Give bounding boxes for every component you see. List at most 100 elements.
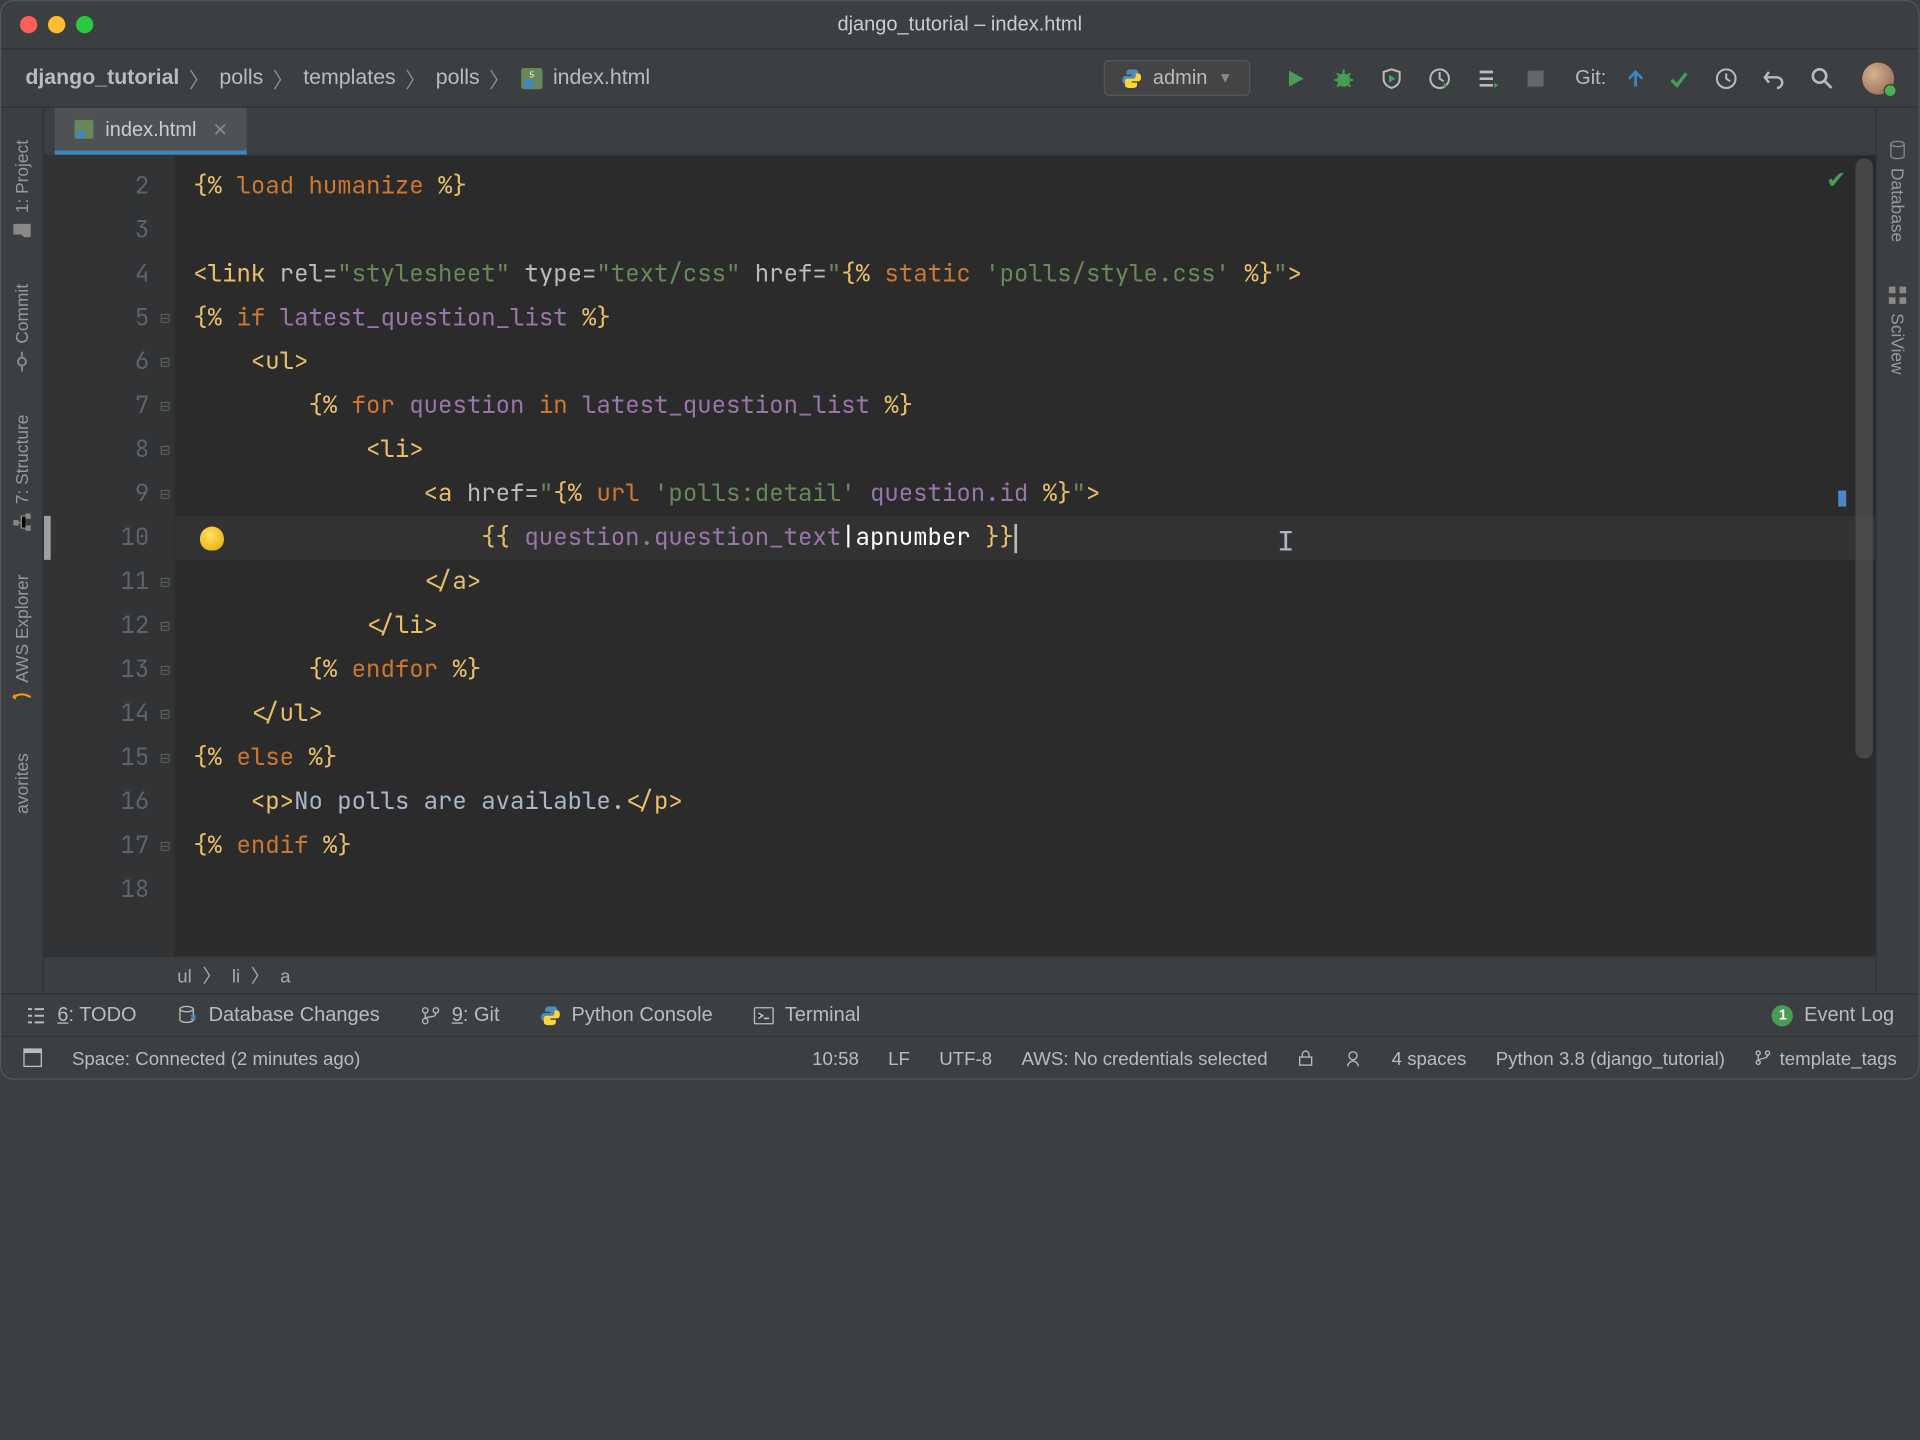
- breadcrumb-element[interactable]: ul: [177, 964, 192, 985]
- editor-tab-index[interactable]: index.html ✕: [55, 108, 247, 155]
- breadcrumb-item[interactable]: django_tutorial: [25, 66, 179, 90]
- fold-icon[interactable]: ⊟: [159, 661, 170, 678]
- line-number[interactable]: 7⊟: [44, 384, 173, 428]
- breadcrumb-item[interactable]: polls: [436, 66, 480, 90]
- line-number[interactable]: 3: [44, 208, 173, 252]
- fold-icon[interactable]: ⊟: [159, 309, 170, 326]
- line-number[interactable]: 10: [44, 516, 173, 560]
- chevron-right-icon: 〉: [251, 962, 270, 989]
- terminal-button[interactable]: Terminal: [753, 1004, 861, 1027]
- line-number[interactable]: 11⊟: [44, 560, 173, 604]
- status-space[interactable]: Space: Connected (2 minutes ago): [72, 1047, 360, 1068]
- line-number[interactable]: 12⊟: [44, 604, 173, 648]
- user-avatar[interactable]: [1862, 62, 1894, 94]
- status-interpreter[interactable]: Python 3.8 (django_tutorial): [1496, 1047, 1725, 1068]
- structure-tool-button[interactable]: 7: Structure: [7, 393, 38, 553]
- database-changes-button[interactable]: Database Changes: [177, 1004, 380, 1027]
- line-number[interactable]: 5⊟: [44, 296, 173, 340]
- run-button[interactable]: [1282, 65, 1309, 92]
- git-revert-button[interactable]: [1761, 65, 1788, 92]
- stop-button[interactable]: [1522, 65, 1549, 92]
- fold-icon[interactable]: ⊟: [159, 441, 170, 458]
- minimize-window-button[interactable]: [48, 16, 65, 33]
- scrollbar-vertical[interactable]: [1856, 159, 1873, 759]
- chevron-right-icon: 〉: [189, 62, 210, 94]
- database-tool-button[interactable]: Database: [1882, 119, 1913, 264]
- git-commit-button[interactable]: [1665, 65, 1692, 92]
- status-indent[interactable]: 4 spaces: [1392, 1047, 1467, 1068]
- folder-icon: [12, 221, 32, 241]
- status-encoding[interactable]: UTF-8: [939, 1047, 992, 1068]
- status-line-separator[interactable]: LF: [888, 1047, 910, 1068]
- analysis-ok-icon[interactable]: ✔: [1826, 167, 1846, 195]
- fold-icon[interactable]: ⊟: [159, 397, 170, 414]
- chevron-right-icon: 〉: [273, 62, 294, 94]
- status-branch[interactable]: template_tags: [1754, 1047, 1897, 1068]
- chevron-right-icon: 〉: [489, 62, 510, 94]
- python-console-button[interactable]: Python Console: [540, 1004, 713, 1027]
- maximize-window-button[interactable]: [76, 16, 93, 33]
- fold-icon[interactable]: ⊟: [159, 573, 170, 590]
- event-log-button[interactable]: 1 Event Log: [1772, 1004, 1894, 1027]
- fold-icon[interactable]: ⊟: [159, 353, 170, 370]
- title-bar: django_tutorial – index.html: [1, 1, 1918, 49]
- concurrency-button[interactable]: [1474, 65, 1501, 92]
- status-time[interactable]: 10:58: [812, 1047, 859, 1068]
- breadcrumb-file[interactable]: index.html: [553, 66, 650, 90]
- close-window-button[interactable]: [20, 16, 37, 33]
- window-title: django_tutorial – index.html: [837, 13, 1082, 36]
- line-number[interactable]: 15⊟: [44, 736, 173, 780]
- git-update-button[interactable]: [1622, 65, 1649, 92]
- line-number[interactable]: 18: [44, 868, 173, 912]
- fold-icon[interactable]: ⊟: [159, 705, 170, 722]
- toolbar-actions: [1282, 65, 1549, 92]
- fold-icon[interactable]: ⊟: [159, 485, 170, 502]
- status-lock-icon[interactable]: [1297, 1049, 1314, 1066]
- line-number[interactable]: 17⊟: [44, 824, 173, 868]
- coverage-button[interactable]: [1378, 65, 1405, 92]
- search-everywhere-button[interactable]: [1809, 65, 1836, 92]
- terminal-icon: [753, 1004, 774, 1025]
- profile-button[interactable]: [1426, 65, 1453, 92]
- line-number[interactable]: 6⊟: [44, 340, 173, 384]
- status-hide-toolwindows[interactable]: [23, 1048, 43, 1068]
- debug-button[interactable]: [1330, 65, 1357, 92]
- editor-body[interactable]: ✔ I 2 3 4 5⊟ 6⊟ 7⊟ 8⊟ 9⊟ 10 11⊟ 12⊟ 13⊟: [44, 156, 1876, 956]
- ide-window: django_tutorial – index.html django_tuto…: [0, 0, 1920, 1080]
- status-inspection-icon[interactable]: [1344, 1048, 1363, 1067]
- git-tool-button[interactable]: 9: Git: [420, 1004, 500, 1027]
- breadcrumb-element[interactable]: a: [280, 964, 290, 985]
- fold-icon[interactable]: ⊟: [159, 749, 170, 766]
- line-number[interactable]: 4: [44, 252, 173, 296]
- status-aws[interactable]: AWS: No credentials selected: [1021, 1047, 1267, 1068]
- line-number[interactable]: 16: [44, 780, 173, 824]
- git-history-button[interactable]: [1713, 65, 1740, 92]
- git-label: Git:: [1575, 67, 1606, 90]
- fold-icon[interactable]: ⊟: [159, 617, 170, 634]
- element-breadcrumb: ul 〉 li 〉 a: [44, 956, 1876, 993]
- sciview-tool-button[interactable]: SciView: [1882, 263, 1913, 395]
- python-console-icon: [540, 1004, 561, 1025]
- favorites-tool-button[interactable]: avorites: [7, 732, 38, 835]
- breadcrumb-item[interactable]: templates: [303, 66, 395, 90]
- code-area[interactable]: {% load humanize %} <link rel="styleshee…: [175, 156, 1876, 956]
- aws-explorer-tool-button[interactable]: AWS Explorer: [7, 553, 38, 732]
- commit-tool-button[interactable]: Commit: [7, 262, 38, 392]
- line-number[interactable]: 13⊟: [44, 648, 173, 692]
- line-number[interactable]: 2: [44, 164, 173, 208]
- project-tool-button[interactable]: 1: Project: [7, 119, 38, 263]
- svg-text:5: 5: [529, 70, 534, 79]
- line-number[interactable]: 14⊟: [44, 692, 173, 736]
- branch-icon: [420, 1004, 441, 1025]
- intention-bulb-icon[interactable]: [200, 526, 224, 550]
- structure-icon: [12, 512, 32, 532]
- breadcrumb-item[interactable]: polls: [219, 66, 263, 90]
- breadcrumb-element[interactable]: li: [232, 964, 240, 985]
- run-configuration-selector[interactable]: admin ▼: [1104, 60, 1250, 96]
- line-number[interactable]: 8⊟: [44, 428, 173, 472]
- todo-tool-button[interactable]: 6: TODO: [25, 1004, 136, 1027]
- line-number[interactable]: 9⊟: [44, 472, 173, 516]
- close-tab-button[interactable]: ✕: [212, 118, 228, 141]
- left-tool-rail: 1: Project Commit 7: Structure AWS Explo…: [1, 108, 44, 993]
- fold-icon[interactable]: ⊟: [159, 837, 170, 854]
